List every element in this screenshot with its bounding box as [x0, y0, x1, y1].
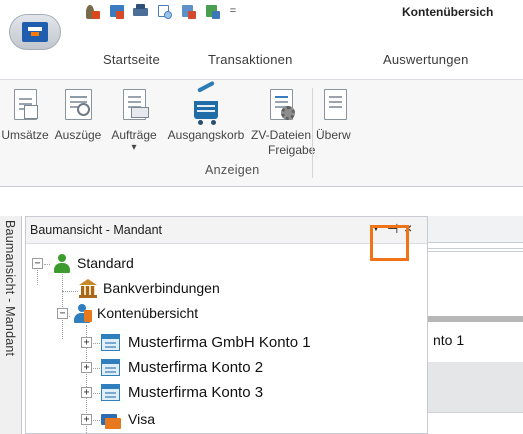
- tree-label-bankverbindungen: Bankverbindungen: [103, 280, 220, 296]
- tab-transaktionen[interactable]: Transaktionen: [208, 52, 293, 67]
- outbox-basket-icon: [190, 80, 222, 125]
- account-icon: [101, 382, 123, 403]
- tree-label-account: Musterfirma Konto 3: [128, 384, 264, 401]
- pin-icon[interactable]: ⊣: [387, 221, 398, 237]
- close-icon[interactable]: ×: [404, 220, 412, 236]
- auszuege-button[interactable]: Auszüge: [51, 89, 105, 163]
- tree-node-account[interactable]: + Musterfirma Konto 3: [81, 382, 426, 404]
- credit-card-icon: [101, 409, 123, 430]
- tree-label-account: Musterfirma GmbH Konto 1: [128, 334, 311, 351]
- tree-node-bankverbindungen[interactable]: Bankverbindungen: [78, 278, 278, 300]
- auftraege-button[interactable]: Aufträge ▾: [106, 89, 162, 163]
- tab-auswertungen[interactable]: Auswertungen: [383, 52, 469, 67]
- tree-node-account[interactable]: + Musterfirma GmbH Konto 1: [81, 332, 426, 354]
- bank-building-icon: [78, 279, 98, 299]
- payment-file-release-icon: [265, 89, 297, 123]
- tree-panel: Baumansicht - Mandant ▼ ⊣ × − Standard B…: [25, 216, 428, 434]
- application-menu-button[interactable]: [9, 14, 61, 50]
- statement-search-icon: [62, 89, 94, 123]
- tree-node-kontenuebersicht[interactable]: − Kontenübersicht: [57, 303, 257, 325]
- tree-label-kontenuebersicht: Kontenübersicht: [97, 305, 199, 321]
- collapse-toggle[interactable]: −: [32, 258, 43, 269]
- side-tab[interactable]: Baumansicht - Mandant: [0, 216, 22, 434]
- tree-label-account: Musterfirma Konto 2: [128, 359, 264, 376]
- transfer-document-icon: [318, 89, 350, 123]
- zv-dateien-freigabe-button[interactable]: ZV-Dateien Freigabe: [250, 89, 316, 163]
- panel-options-dropdown-icon[interactable]: ▼: [371, 223, 381, 234]
- table-settings-icon[interactable]: [204, 3, 221, 20]
- panel-header: Baumansicht - Mandant ▼ ⊣ ×: [26, 217, 427, 244]
- expand-toggle[interactable]: +: [81, 387, 92, 398]
- collapse-toggle[interactable]: −: [57, 308, 68, 319]
- account-overview-icon: [72, 304, 94, 324]
- ausgangskorb-button[interactable]: Ausgangskorb: [164, 80, 248, 163]
- document-row-separator: [428, 316, 523, 322]
- tab-startseite[interactable]: Startseite: [103, 52, 160, 67]
- expand-toggle[interactable]: +: [81, 362, 92, 373]
- print-preview-icon[interactable]: [156, 3, 173, 20]
- ribbon-tab-bar: Startseite Transaktionen Auswertungen: [0, 40, 523, 78]
- close-table-icon[interactable]: [108, 3, 125, 20]
- user-lock-icon[interactable]: [84, 3, 101, 20]
- orders-document-icon: [118, 89, 150, 123]
- tree-node-account[interactable]: + Musterfirma Konto 2: [81, 357, 426, 379]
- ribbon-group-label: Anzeigen: [205, 163, 260, 177]
- expand-toggle[interactable]: +: [81, 414, 92, 425]
- umsaetze-label: Umsätze: [1, 128, 49, 142]
- document-divider: [428, 243, 523, 249]
- zv-dateien-label: ZV-Dateien: [250, 128, 312, 142]
- expand-toggle[interactable]: +: [81, 337, 92, 348]
- tree-connector: [62, 291, 78, 292]
- window-title: Kontenübersich: [402, 5, 494, 19]
- ueberweisung-label: Überw: [316, 128, 351, 142]
- side-tab-label: Baumansicht - Mandant: [3, 220, 17, 357]
- document-area: nto 1: [428, 216, 523, 434]
- ausgangskorb-label: Ausgangskorb: [167, 128, 245, 142]
- tree-label-visa: Visa: [128, 411, 155, 427]
- ribbon: Umsätze Auszüge Aufträge ▾ Ausgangskorb …: [0, 79, 523, 187]
- document-tab-strip: [428, 216, 523, 243]
- account-icon: [101, 357, 123, 378]
- account-icon: [101, 332, 123, 353]
- turnover-document-icon: [9, 89, 41, 123]
- customize-quick-access-button[interactable]: =: [226, 5, 240, 19]
- panel-title: Baumansicht - Mandant: [30, 223, 163, 237]
- auszuege-label: Auszüge: [54, 128, 102, 142]
- ueberweisung-button[interactable]: Überw: [314, 89, 354, 163]
- bank-logo-icon: [22, 22, 48, 42]
- tree-node-visa[interactable]: + Visa: [81, 409, 426, 431]
- ribbon-group-separator: [312, 88, 313, 178]
- document-account-label: nto 1: [433, 332, 465, 348]
- client-person-icon: [52, 254, 72, 274]
- freigabe-label: Freigabe: [268, 143, 316, 157]
- export-icon[interactable]: [180, 3, 197, 20]
- print-icon[interactable]: [132, 3, 149, 20]
- document-footer: [428, 412, 523, 434]
- umsaetze-button[interactable]: Umsätze: [0, 89, 50, 163]
- tree-node-standard[interactable]: − Standard: [32, 253, 232, 275]
- title-bar: = Kontenübersich: [0, 0, 523, 50]
- tree-label-standard: Standard: [77, 255, 134, 271]
- document-grid-area: [428, 362, 523, 412]
